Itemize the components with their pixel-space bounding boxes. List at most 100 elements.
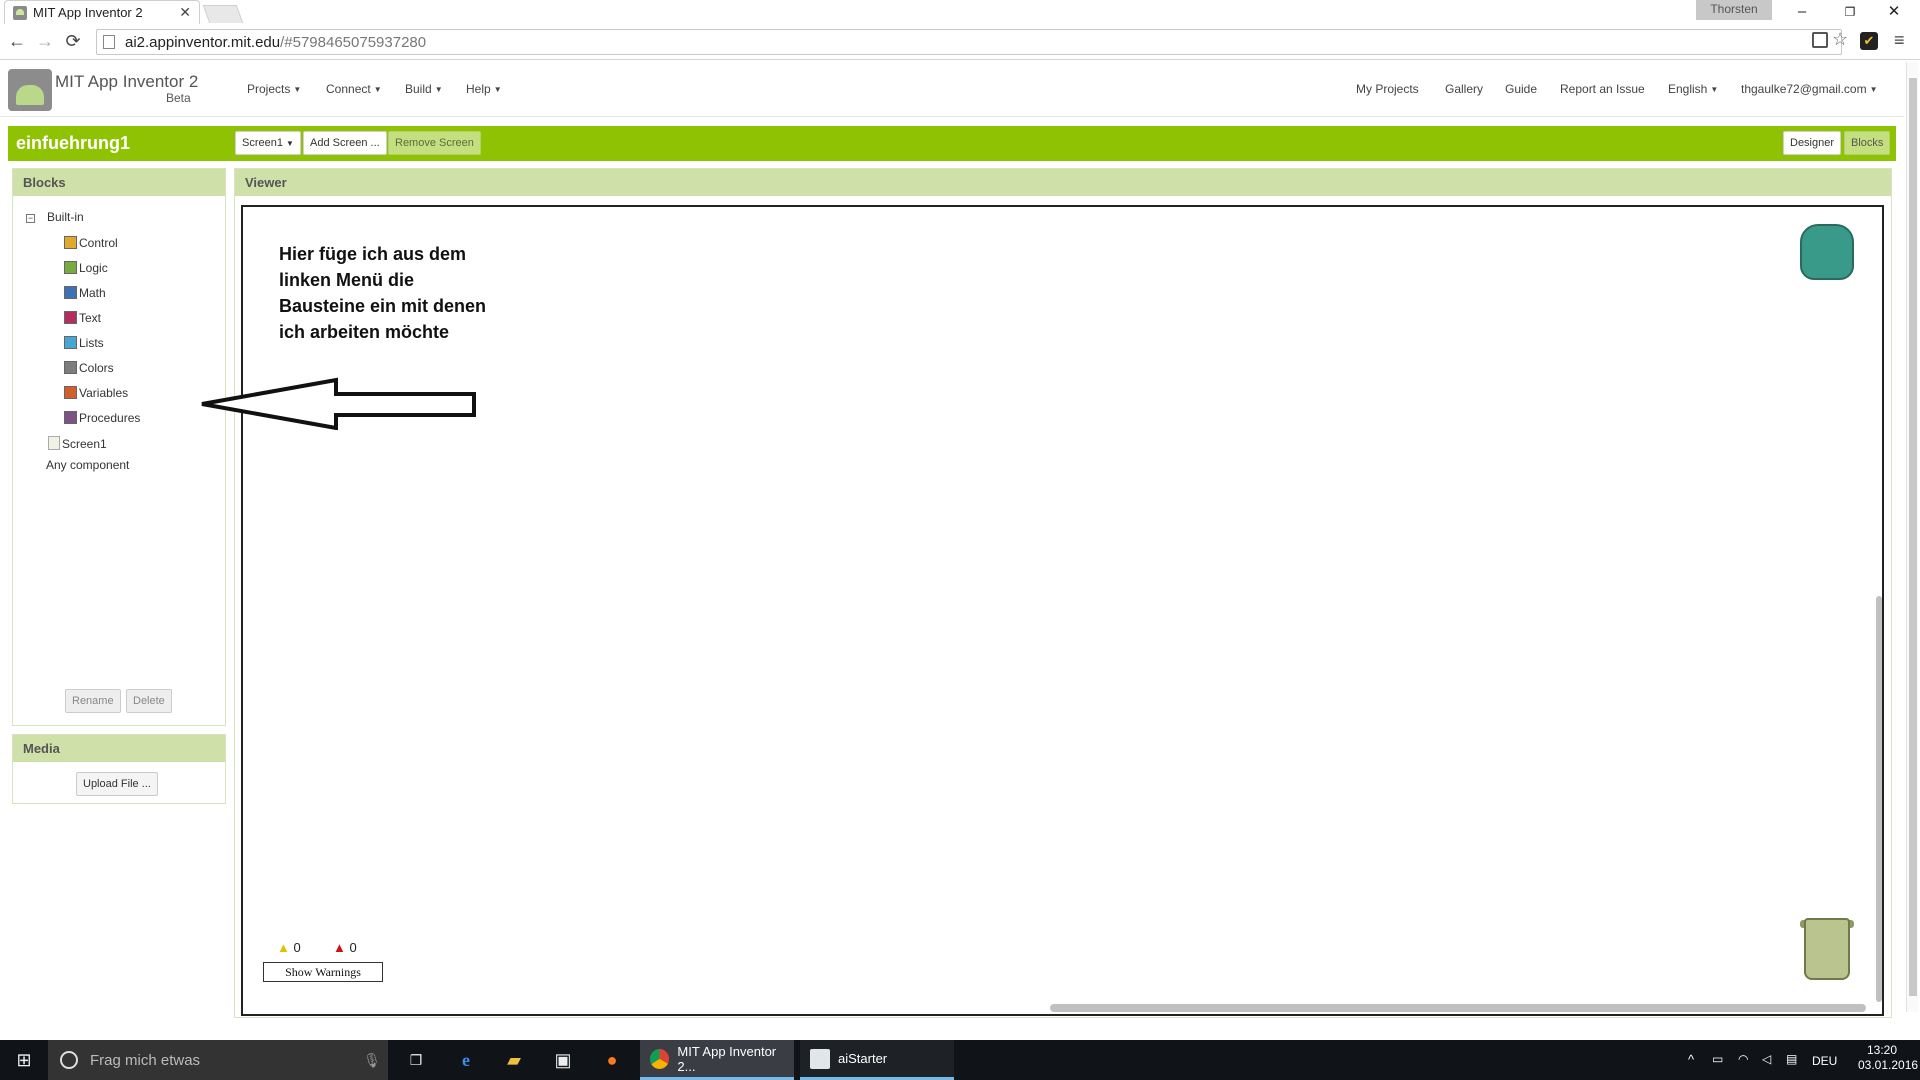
tree-builtin[interactable]: − Built-in (26, 210, 84, 224)
caret-down-icon: ▼ (1710, 85, 1719, 94)
viewer-title: Viewer (235, 169, 1891, 196)
warnings-count: 0 (293, 940, 301, 955)
blocks-button[interactable]: Blocks (1844, 131, 1891, 155)
clock-date: 03.01.2016 (1858, 1058, 1919, 1072)
block-item-control[interactable]: Control (64, 236, 118, 250)
tree-screen1[interactable]: Screen1 (48, 436, 107, 451)
close-window-icon[interactable]: ✕ (1872, 0, 1916, 24)
taskbar-search[interactable]: Frag mich etwas (48, 1040, 388, 1080)
address-bar[interactable]: ai2.appinventor.mit.edu/#579846507593728… (96, 29, 1842, 55)
task-view-icon[interactable]: ❐ (404, 1048, 428, 1072)
errors-count: 0 (349, 940, 357, 955)
trash-can-icon[interactable] (1804, 918, 1850, 980)
collapse-icon[interactable]: − (26, 214, 35, 223)
annotation-note: Hier füge ich aus dem linken Menü die Ba… (279, 241, 529, 345)
designer-button[interactable]: Designer (1783, 131, 1842, 155)
tree-any-component[interactable]: Any component (46, 458, 129, 472)
menu-account[interactable]: thgaulke72@gmail.com ▼ (1741, 82, 1878, 96)
remove-screen-button[interactable]: Remove Screen (388, 131, 481, 155)
extension-icon[interactable]: ✔ (1860, 32, 1878, 50)
menu-language[interactable]: English ▼ (1668, 82, 1718, 96)
app-inventor-logo (8, 69, 52, 111)
network-icon[interactable]: ▭ (1712, 1052, 1723, 1066)
caret-down-icon: ▼ (434, 85, 443, 94)
procedures-color-swatch (64, 411, 77, 424)
blocks-panel-title: Blocks (13, 169, 225, 196)
block-item-colors[interactable]: Colors (64, 361, 114, 375)
menu-build[interactable]: Build ▼ (405, 82, 443, 96)
app-beta-label: Beta (166, 91, 191, 105)
show-warnings-button[interactable]: Show Warnings (263, 962, 383, 982)
project-name: einfuehrung1 (16, 133, 131, 153)
taskbar-app-aistarter[interactable]: aiStarter (800, 1040, 954, 1080)
volume-icon[interactable]: ◁ (1762, 1052, 1771, 1066)
microphone-icon[interactable]: 🎙 (360, 1048, 384, 1072)
menu-connect[interactable]: Connect ▼ (326, 82, 382, 96)
action-center-icon[interactable]: ▤ (1786, 1052, 1797, 1066)
block-item-math[interactable]: Math (64, 286, 106, 300)
bookmark-star-icon[interactable]: ☆ (1832, 29, 1848, 50)
link-guide[interactable]: Guide (1505, 82, 1537, 96)
clock[interactable]: 13:20 03.01.2016 (1858, 1043, 1919, 1073)
media-panel-title: Media (13, 735, 225, 762)
screen-select-button[interactable]: Screen1 ▼ (235, 131, 301, 155)
wifi-icon[interactable]: ◠ (1738, 1052, 1748, 1066)
taskbar-app-chrome[interactable]: MIT App Inventor 2... (640, 1040, 794, 1080)
page-scroll-thumb[interactable] (1909, 78, 1917, 996)
block-item-lists[interactable]: Lists (64, 336, 104, 350)
menu-build-label: Build (405, 82, 432, 96)
file-explorer-icon[interactable]: ▰ (502, 1048, 526, 1072)
add-screen-button[interactable]: Add Screen ... (303, 131, 387, 155)
windows-start-icon[interactable]: ⊞ (12, 1048, 36, 1072)
rename-button[interactable]: Rename (65, 689, 121, 713)
tab-close-icon[interactable]: ✕ (179, 4, 191, 21)
back-icon[interactable]: ← (6, 30, 28, 52)
profile-badge[interactable]: Thorsten (1696, 0, 1772, 20)
reload-icon[interactable]: ⟳ (62, 30, 84, 52)
caret-down-icon: ▼ (293, 85, 302, 94)
firefox-icon[interactable]: ● (600, 1048, 624, 1072)
link-report-issue[interactable]: Report an Issue (1560, 82, 1645, 96)
page-icon (103, 35, 115, 49)
page-scrollbar[interactable] (1906, 62, 1918, 1012)
block-item-label: Procedures (79, 411, 141, 425)
url-path: /#5798465075937280 (280, 33, 427, 51)
restore-icon[interactable]: ❐ (1828, 0, 1872, 24)
upload-file-button[interactable]: Upload File ... (76, 772, 158, 796)
workspace-horizontal-scrollbar[interactable] (1050, 1004, 1866, 1012)
link-my-projects[interactable]: My Projects (1356, 82, 1419, 96)
translate-icon[interactable] (1812, 32, 1828, 48)
language-label: English (1668, 82, 1708, 96)
chrome-menu-icon[interactable]: ≡ (1894, 30, 1905, 51)
clock-time: 13:20 (1866, 1043, 1898, 1057)
text-color-swatch (64, 311, 77, 324)
menu-projects[interactable]: Projects ▼ (247, 82, 301, 96)
delete-button[interactable]: Delete (126, 689, 172, 713)
block-item-procedures[interactable]: Procedures (64, 411, 140, 425)
screen1-label: Screen1 (62, 437, 107, 451)
forward-icon[interactable]: → (34, 30, 56, 52)
caret-down-icon: ▼ (373, 85, 382, 94)
builtin-label: Built-in (47, 210, 84, 224)
backpack-icon[interactable] (1800, 224, 1854, 280)
workspace-vertical-scrollbar[interactable] (1876, 596, 1882, 1002)
menu-help[interactable]: Help ▼ (466, 82, 502, 96)
link-gallery[interactable]: Gallery (1445, 82, 1483, 96)
app-title: MIT App Inventor 2 (55, 72, 199, 91)
browser-tab[interactable]: MIT App Inventor 2 ✕ (4, 0, 200, 24)
control-color-swatch (64, 236, 77, 249)
tray-chevron-icon[interactable]: ^ (1688, 1052, 1694, 1067)
app-inventor-favicon (13, 5, 27, 20)
logic-color-swatch (64, 261, 77, 274)
variables-color-swatch (64, 386, 77, 399)
minimize-icon[interactable]: – (1780, 0, 1824, 24)
block-item-variables[interactable]: Variables (64, 386, 128, 400)
new-tab-button[interactable] (202, 5, 244, 23)
left-arrow-icon (201, 377, 476, 430)
screen-select-label: Screen1 (242, 137, 283, 149)
block-item-text[interactable]: Text (64, 311, 101, 325)
store-icon[interactable]: ▣ (551, 1048, 575, 1072)
input-language[interactable]: DEU (1812, 1054, 1837, 1068)
edge-icon[interactable]: e (454, 1048, 478, 1072)
block-item-logic[interactable]: Logic (64, 261, 108, 275)
